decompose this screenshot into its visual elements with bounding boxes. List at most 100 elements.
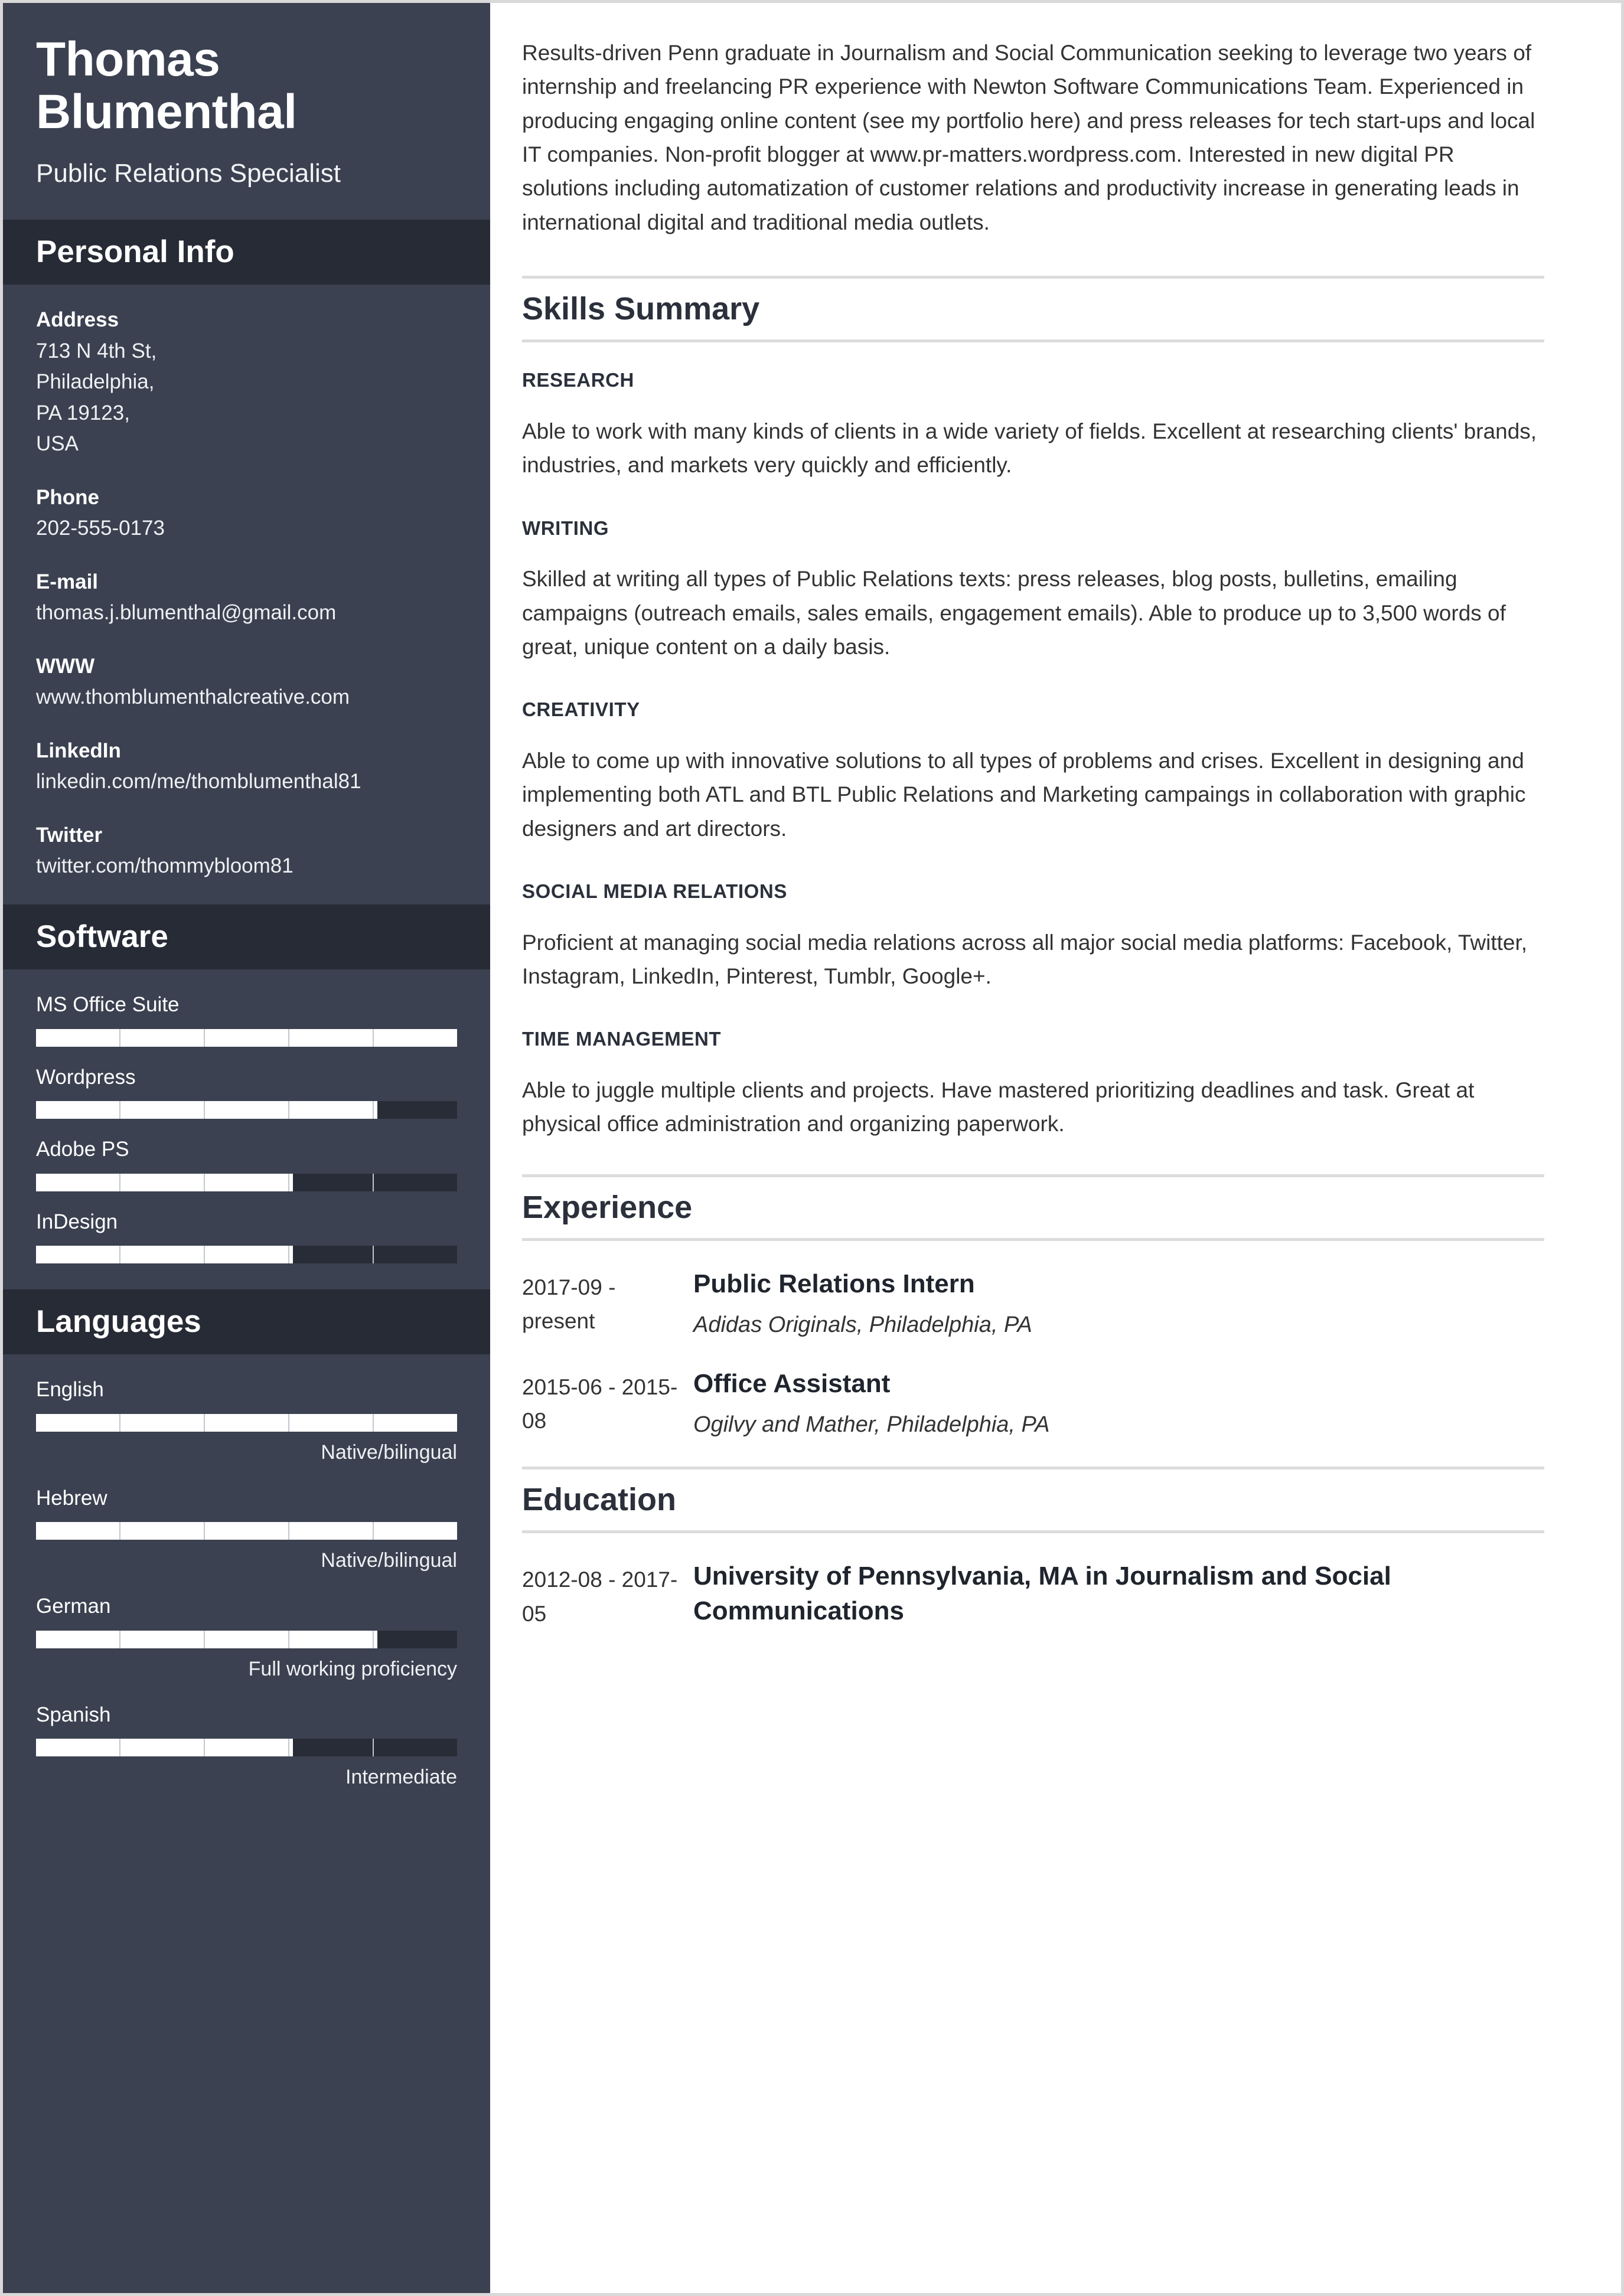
languages-heading: Languages (36, 1304, 201, 1340)
info-value[interactable]: twitter.com/thommybloom81 (36, 851, 457, 882)
languages-body: English Native/bilingual Hebrew Native/b… (3, 1354, 490, 1841)
info-label: Twitter (36, 823, 103, 847)
personal-info-body: Address 713 N 4th St, Philadelphia, PA 191… (3, 285, 490, 904)
skill-bar-ticks (36, 1101, 457, 1119)
skill-bar (36, 1246, 457, 1264)
language-bar-ticks (36, 1522, 457, 1540)
professional-summary: Results-driven Penn graduate in Journali… (522, 41, 1535, 234)
info-label: WWW (36, 654, 95, 678)
candidate-job-title: Public Relations Specialist (36, 159, 341, 188)
language-bar (36, 1630, 457, 1648)
skill-bar-ticks (36, 1028, 457, 1047)
language-row: Hebrew Native/bilingual (36, 1483, 457, 1576)
sidebar-hero: Thomas Blumenthal Public Relations Speci… (3, 3, 490, 220)
skill-row: MS Office Suite (36, 989, 457, 1047)
skill-body-social-media-relations: Proficient at managing social media rela… (522, 930, 1528, 988)
language-bar-ticks (36, 1739, 457, 1757)
language-name: German (36, 1595, 111, 1618)
language-row: German Full working proficiency (36, 1591, 457, 1684)
language-row: English Native/bilingual (36, 1374, 457, 1468)
education-entry: 2012-08 - 2017-05 University of Pennsylv… (522, 1559, 1544, 1631)
info-value: 713 N 4th St, Philadelphia, PA 19123, USA (36, 339, 157, 456)
info-label: Address (36, 308, 119, 332)
experience-job-title: Office Assistant (693, 1369, 891, 1399)
info-label: E-mail (36, 570, 99, 593)
skills-summary-heading: Skills Summary (522, 291, 760, 327)
skill-subheading-writing: WRITING (522, 517, 609, 539)
language-bar (36, 1739, 457, 1757)
info-item-phone: Phone 202-555-0173 (36, 482, 457, 544)
experience-entry: 2015-06 - 2015-08 Office Assistant Ogilv… (522, 1367, 1544, 1442)
skill-bar-ticks (36, 1246, 457, 1264)
experience-entry: 2017-09 - present Public Relations Inter… (522, 1267, 1544, 1342)
skill-subheading-research: RESEARCH (522, 369, 634, 391)
language-bar (36, 1522, 457, 1540)
experience-date: 2017-09 - present (522, 1275, 616, 1334)
skill-subheading-creativity: CREATIVITY (522, 698, 640, 721)
language-name: Spanish (36, 1703, 111, 1726)
candidate-name: Thomas Blumenthal (36, 32, 297, 139)
section-heading-skills-summary: Skills Summary (522, 276, 1544, 343)
section-header-personal-info: Personal Info (3, 220, 490, 285)
info-value[interactable]: linkedin.com/me/thomblumenthal81 (36, 766, 457, 798)
experience-entry-body: Office Assistant Ogilvy and Mather, Phil… (693, 1367, 1544, 1442)
experience-date: 2015-06 - 2015-08 (522, 1375, 678, 1433)
education-date: 2012-08 - 2017-05 (522, 1567, 678, 1626)
section-heading-experience: Experience (522, 1174, 1544, 1241)
skill-row: InDesign (36, 1207, 457, 1264)
skill-body-creativity: Able to come up with innovative solution… (522, 748, 1526, 841)
info-item-address: Address 713 N 4th St, Philadelphia, PA 191… (36, 305, 457, 460)
sidebar: Thomas Blumenthal Public Relations Speci… (3, 3, 490, 2293)
language-name: English (36, 1378, 104, 1402)
experience-heading: Experience (522, 1189, 693, 1225)
skill-name: MS Office Suite (36, 993, 180, 1017)
skill-body-time-management: Able to juggle multiple clients and proj… (522, 1077, 1475, 1136)
language-level: Native/bilingual (321, 1549, 457, 1572)
skill-subheading-social-media-relations: SOCIAL MEDIA RELATIONS (522, 880, 787, 902)
language-level: Intermediate (345, 1766, 457, 1789)
info-value[interactable]: thomas.j.blumenthal@gmail.com (36, 597, 457, 629)
info-item-www: WWW www.thomblumenthalcreative.com (36, 651, 457, 713)
skill-subheading-time-management: TIME MANAGEMENT (522, 1028, 722, 1050)
skill-bar (36, 1028, 457, 1047)
skill-bar (36, 1173, 457, 1191)
language-level: Full working proficiency (248, 1657, 457, 1680)
skill-bar (36, 1101, 457, 1119)
info-item-linkedin: LinkedIn linkedin.com/me/thomblumenthal8… (36, 736, 457, 798)
skill-row: Adobe PS (36, 1134, 457, 1191)
section-heading-education: Education (522, 1467, 1544, 1534)
language-row: Spanish Intermediate (36, 1700, 457, 1793)
experience-employer: Ogilvy and Mather, Philadelphia, PA (693, 1412, 1050, 1438)
section-header-languages: Languages (3, 1289, 490, 1355)
education-heading: Education (522, 1482, 677, 1518)
personal-info-heading: Personal Info (36, 234, 234, 269)
main-content: Results-driven Penn graduate in Journali… (490, 3, 1621, 2293)
experience-entry-body: Public Relations Intern Adidas Originals… (693, 1267, 1544, 1342)
info-label: Phone (36, 485, 99, 509)
skill-body-research: Able to work with many kinds of clients … (522, 419, 1537, 478)
info-value[interactable]: www.thomblumenthalcreative.com (36, 682, 457, 713)
skill-body-writing: Skilled at writing all types of Public R… (522, 567, 1506, 659)
skill-row: Wordpress (36, 1062, 457, 1119)
education-degree: University of Pennsylvania, MA in Journa… (693, 1562, 1391, 1625)
language-level: Native/bilingual (321, 1441, 457, 1464)
skill-name: InDesign (36, 1210, 118, 1233)
info-item-twitter: Twitter twitter.com/thommybloom81 (36, 820, 457, 882)
experience-employer: Adidas Originals, Philadelphia, PA (693, 1312, 1032, 1338)
education-entry-body: University of Pennsylvania, MA in Journa… (693, 1559, 1544, 1628)
language-bar-ticks (36, 1413, 457, 1432)
resume-page: Thomas Blumenthal Public Relations Speci… (0, 0, 1624, 2296)
skill-name: Wordpress (36, 1065, 136, 1089)
experience-job-title: Public Relations Intern (693, 1269, 975, 1298)
info-item-email: E-mail thomas.j.blumenthal@gmail.com (36, 567, 457, 629)
language-name: Hebrew (36, 1486, 107, 1510)
section-header-software: Software (3, 904, 490, 970)
language-bar-ticks (36, 1630, 457, 1648)
skill-bar-ticks (36, 1173, 457, 1191)
software-heading: Software (36, 919, 168, 954)
software-body: MS Office Suite Wordpress Adobe PS InDes… (3, 969, 490, 1289)
info-value: 202-555-0173 (36, 517, 165, 540)
language-bar (36, 1413, 457, 1432)
skill-name: Adobe PS (36, 1138, 129, 1161)
